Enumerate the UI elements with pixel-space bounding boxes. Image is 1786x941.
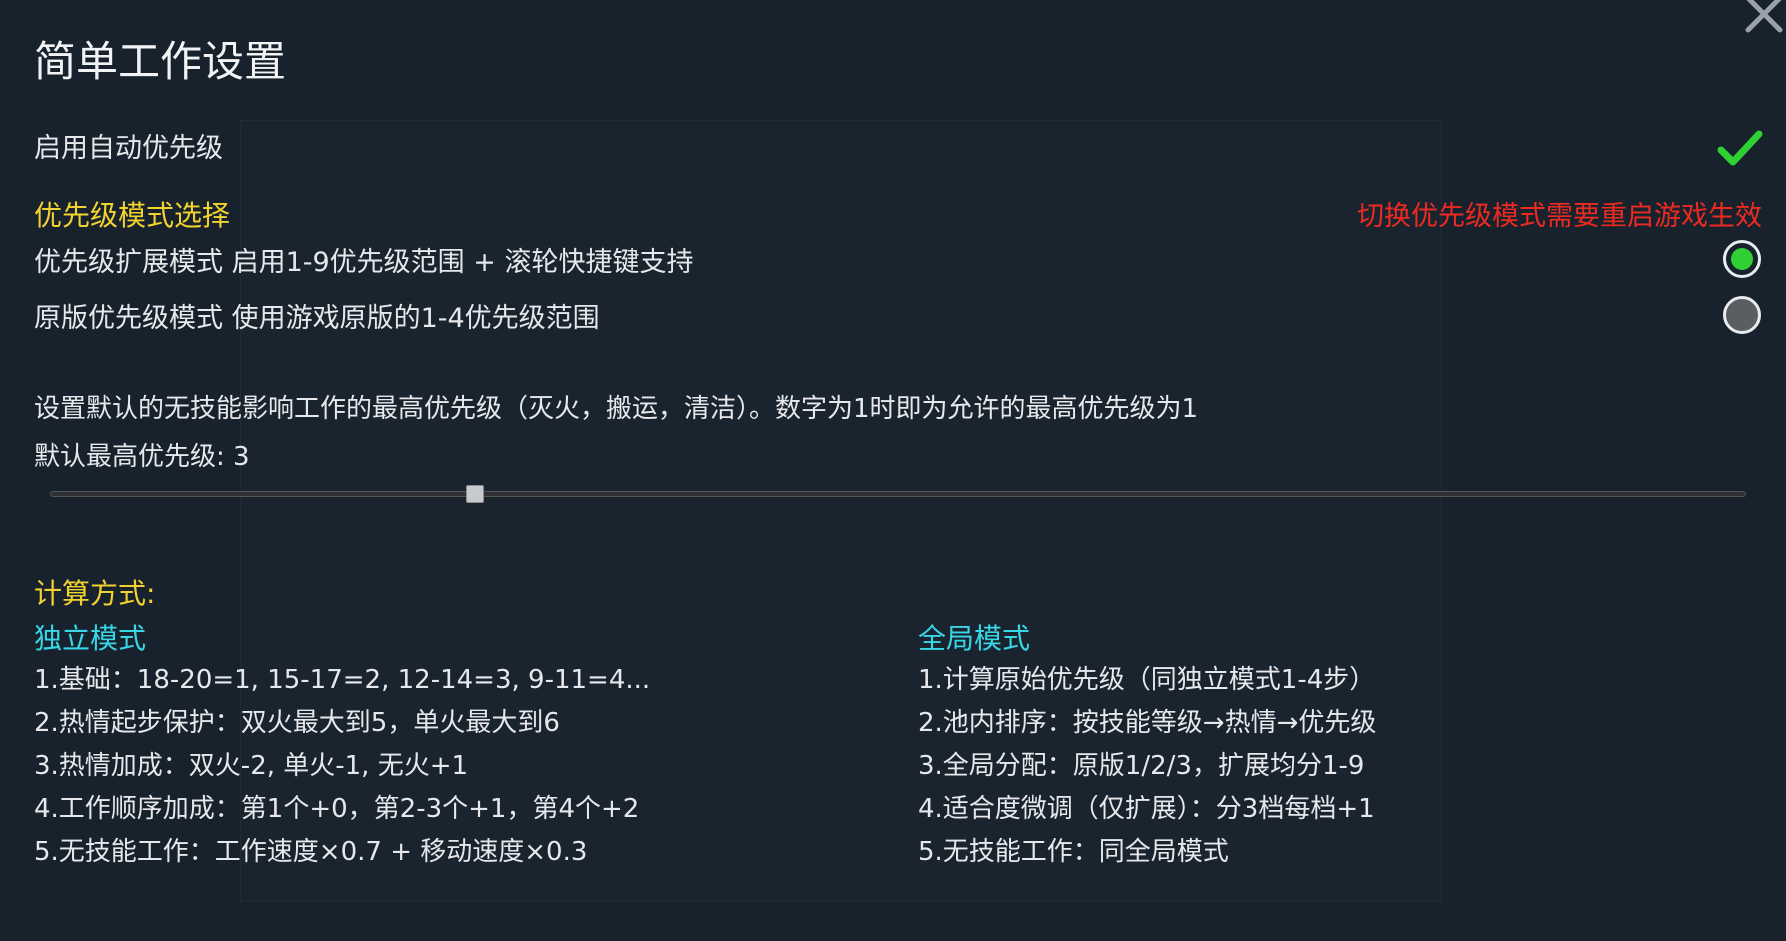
default-priority-description: 设置默认的无技能影响工作的最高优先级（灭火，搬运，清洁）。数字为1时即为允许的最…	[34, 394, 1199, 424]
page-title: 简单工作设置	[34, 37, 287, 86]
close-button[interactable]	[1742, 0, 1786, 36]
option-extended-radio[interactable]	[1723, 240, 1761, 278]
priority-mode-heading: 优先级模式选择	[34, 199, 231, 232]
close-icon	[1745, 0, 1783, 33]
global-mode-heading: 全局模式	[918, 622, 1031, 655]
list-item: 1.基础：18-20=1, 15-17=2, 12-14=3, 9-11=4..…	[34, 665, 651, 695]
slider-handle[interactable]	[466, 485, 484, 503]
auto-priority-label: 启用自动优先级	[34, 133, 223, 164]
option-vanilla-radio[interactable]	[1723, 296, 1761, 334]
independent-mode-list: 1.基础：18-20=1, 15-17=2, 12-14=3, 9-11=4..…	[34, 664, 650, 879]
list-item: 4.工作顺序加成：第1个+0，第2-3个+1，第4个+2	[34, 794, 640, 824]
option-vanilla-label: 原版优先级模式 使用游戏原版的1-4优先级范围	[34, 303, 600, 334]
checkmark-icon	[1717, 130, 1763, 166]
list-item: 5.无技能工作：同全局模式	[918, 837, 1229, 867]
settings-window: 简单工作设置 启用自动优先级 优先级模式选择 切换优先级模式需要重启游戏生效 优…	[0, 0, 1786, 941]
calculation-heading: 计算方式:	[34, 577, 156, 610]
list-item: 1.计算原始优先级（同独立模式1-4步）	[918, 665, 1376, 695]
global-mode-list: 1.计算原始优先级（同独立模式1-4步） 2.池内排序：按技能等级→热情→优先级…	[918, 664, 1376, 879]
restart-warning: 切换优先级模式需要重启游戏生效	[1357, 201, 1762, 232]
default-priority-slider[interactable]	[50, 491, 1746, 497]
list-item: 5.无技能工作：工作速度×0.7 + 移动速度×0.3	[34, 837, 588, 867]
list-item: 3.热情加成：双火-2, 单火-1, 无火+1	[34, 751, 469, 781]
default-priority-label: 默认最高优先级: 3	[34, 442, 250, 472]
auto-priority-checkbox[interactable]	[1716, 126, 1764, 170]
list-item: 3.全局分配：原版1/2/3，扩展均分1-9	[918, 751, 1365, 781]
list-item: 2.池内排序：按技能等级→热情→优先级	[918, 708, 1377, 738]
list-item: 4.适合度微调（仅扩展）：分3档每档+1	[918, 794, 1375, 824]
independent-mode-heading: 独立模式	[34, 622, 147, 655]
option-extended-label: 优先级扩展模式 启用1-9优先级范围 + 滚轮快捷键支持	[34, 247, 694, 278]
list-item: 2.热情起步保护：双火最大到5，单火最大到6	[34, 708, 560, 738]
